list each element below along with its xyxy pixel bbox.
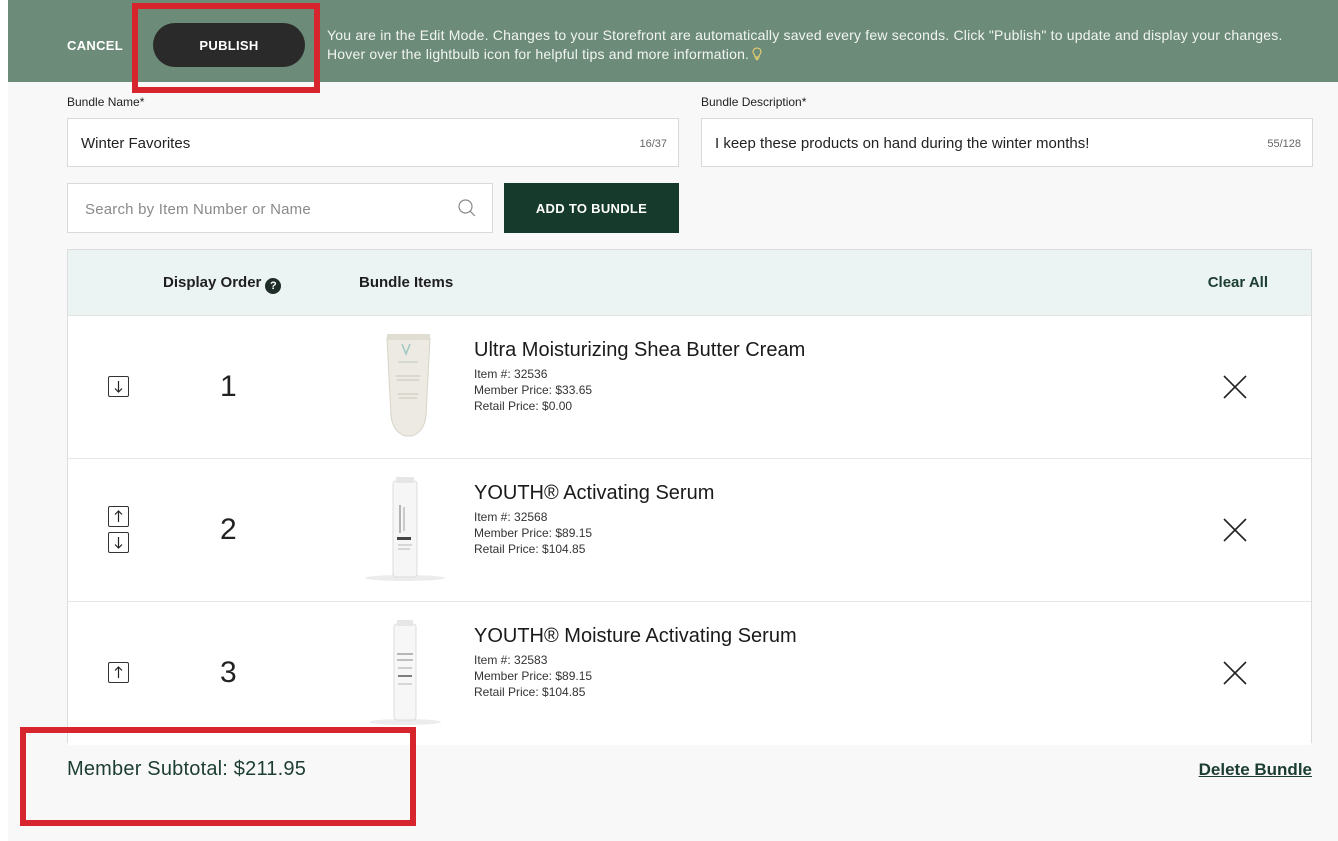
bundle-name-field[interactable]: Winter Favorites 16/37 [67,118,679,167]
table-row: 3 YOUTH® Moisture Activating Serum Item … [68,602,1311,745]
member-price: Member Price: $89.15 [474,526,593,540]
retail-price: Retail Price: $104.85 [474,685,586,699]
product-image [369,620,441,725]
delete-bundle-link[interactable]: Delete Bundle [1199,760,1312,780]
item-name: Ultra Moisturizing Shea Butter Cream [474,339,806,361]
cancel-button[interactable]: CANCEL [67,38,123,53]
item-search[interactable] [67,183,493,233]
move-down-button[interactable] [108,532,129,553]
edit-mode-bar: CANCEL PUBLISH You are in the Edit Mode.… [8,0,1338,82]
display-order-header: Display Order? [163,274,282,294]
bundle-items-table: Display Order? Bundle Items Clear All 1 … [67,249,1312,745]
remove-item-icon[interactable] [1222,660,1248,686]
arrow-down-icon [114,381,123,393]
member-price: Member Price: $33.65 [474,383,593,397]
bundle-description-char-count: 55/128 [1267,138,1301,150]
bundle-description-value: I keep these products on hand during the… [715,135,1090,152]
help-icon[interactable]: ? [265,278,282,294]
bundle-description-label: Bundle Description* [701,95,807,109]
item-number: Item #: 32536 [474,367,548,381]
product-image [386,334,431,437]
publish-button[interactable]: PUBLISH [153,23,305,67]
arrow-down-icon [114,537,123,549]
bundle-name-value: Winter Favorites [81,135,191,152]
item-name: YOUTH® Activating Serum [474,482,715,504]
remove-item-icon[interactable] [1222,374,1248,400]
product-image [365,477,445,581]
table-header: Display Order? Bundle Items Clear All [68,250,1311,316]
member-price: Member Price: $89.15 [474,669,593,683]
table-row: 1 Ultra Moisturizing Shea Butter Cream I… [68,316,1311,459]
display-order-header-label: Display Order [163,274,262,291]
search-icon[interactable] [457,198,477,218]
bundle-items-header: Bundle Items [359,274,454,291]
bundle-name-char-count: 16/37 [639,138,667,150]
move-up-button[interactable] [108,662,129,683]
item-number: Item #: 32568 [474,510,548,524]
lightbulb-icon[interactable] [752,47,762,61]
arrow-up-icon [114,510,123,522]
clear-all-button[interactable]: Clear All [1208,274,1268,291]
item-search-input[interactable] [85,198,435,220]
display-order-number: 1 [220,370,237,403]
member-subtotal: Member Subtotal: $211.95 [67,758,307,780]
display-order-number: 2 [220,513,237,546]
move-up-button[interactable] [108,506,129,527]
edit-mode-message-text: You are in the Edit Mode. Changes to you… [327,27,1283,62]
bundle-name-label: Bundle Name* [67,95,145,109]
bundle-editor: Bundle Name* Winter Favorites 16/37 Bund… [8,82,1338,841]
add-to-bundle-button[interactable]: ADD TO BUNDLE [504,183,679,233]
item-number: Item #: 32583 [474,653,548,667]
display-order-number: 3 [220,656,237,689]
bundle-description-field[interactable]: I keep these products on hand during the… [701,118,1313,167]
retail-price: Retail Price: $104.85 [474,542,586,556]
edit-mode-message: You are in the Edit Mode. Changes to you… [327,26,1287,64]
item-name: YOUTH® Moisture Activating Serum [474,625,797,647]
retail-price: Retail Price: $0.00 [474,399,573,413]
remove-item-icon[interactable] [1222,517,1248,543]
arrow-up-icon [114,666,123,678]
move-down-button[interactable] [108,376,129,397]
table-row: 2 YOUTH® Activating Serum Item #: 32568 … [68,459,1311,602]
